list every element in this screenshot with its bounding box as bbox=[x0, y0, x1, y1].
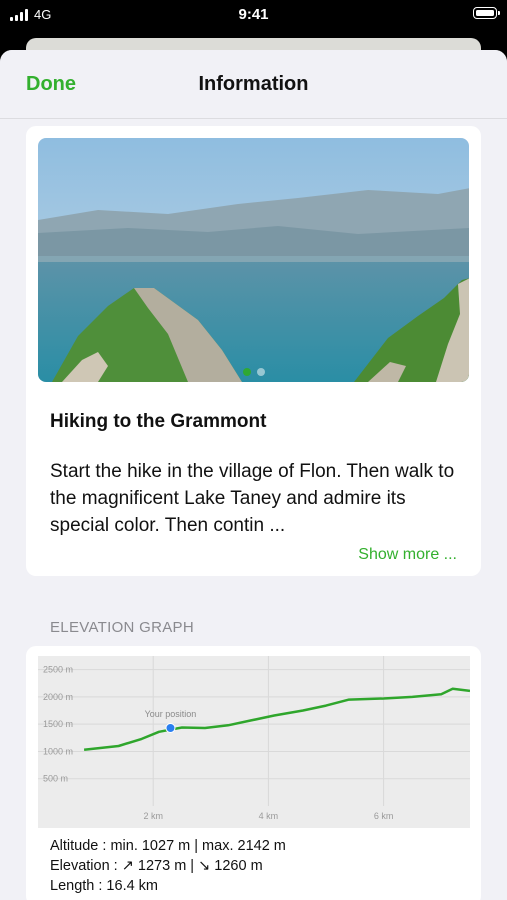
hike-title: Hiking to the Grammont bbox=[50, 411, 267, 432]
hike-description: Start the hike in the village of Flon. T… bbox=[50, 461, 455, 536]
x-tick-label: 4 km bbox=[259, 811, 279, 821]
elevation-chart: 500 m 1000 m 1500 m 2000 m 2500 m 2 km 4 km 6 k… bbox=[38, 656, 470, 821]
elevation-stats: Altitude : min. 1027 m | max. 2142 m Ele… bbox=[50, 836, 286, 896]
carousel-dot-2[interactable] bbox=[256, 368, 265, 376]
carousel-page-indicator[interactable] bbox=[38, 368, 469, 376]
elevation-graph[interactable]: 500 m 1000 m 1500 m 2000 m 2500 m 2 km 4 km 6 k… bbox=[38, 656, 470, 828]
hike-card: Hiking to the Grammont Start the hike in… bbox=[26, 126, 481, 576]
altitude-stat: Altitude : min. 1027 m | max. 2142 m bbox=[50, 838, 286, 854]
elevation-section-header: ELEVATION GRAPH bbox=[50, 619, 194, 636]
y-tick-label: 2500 m bbox=[43, 665, 73, 675]
information-sheet: Done Information Hiking to the Grammont … bbox=[0, 50, 507, 900]
elevation-stat: Elevation : ↗ 1273 m | ↘ 1260 m bbox=[50, 858, 263, 874]
y-tick-label: 1000 m bbox=[43, 746, 73, 756]
your-position-label: Your position bbox=[145, 709, 197, 719]
your-position-marker bbox=[165, 723, 176, 733]
x-tick-label: 6 km bbox=[374, 811, 394, 821]
status-time: 9:41 bbox=[238, 6, 269, 23]
y-tick-label: 2000 m bbox=[43, 692, 73, 702]
elevation-card: 500 m 1000 m 1500 m 2000 m 2500 m 2 km 4 km 6 k… bbox=[26, 646, 481, 900]
status-bar: 4G 9:41 bbox=[0, 0, 507, 30]
show-more-link[interactable]: Show more ... bbox=[358, 546, 457, 564]
x-tick-label: 2 km bbox=[143, 811, 163, 821]
y-tick-label: 500 m bbox=[43, 774, 68, 784]
carousel-dot-1[interactable] bbox=[242, 368, 251, 376]
hike-photo bbox=[38, 138, 469, 382]
y-tick-label: 1500 m bbox=[43, 719, 73, 729]
page-title: Information bbox=[198, 73, 309, 95]
length-stat: Length : 16.4 km bbox=[50, 878, 159, 894]
hike-photo-carousel[interactable] bbox=[38, 138, 469, 382]
battery-icon bbox=[473, 7, 500, 19]
elevation-line bbox=[83, 687, 470, 752]
navigation-bar: Done Information bbox=[0, 50, 507, 119]
